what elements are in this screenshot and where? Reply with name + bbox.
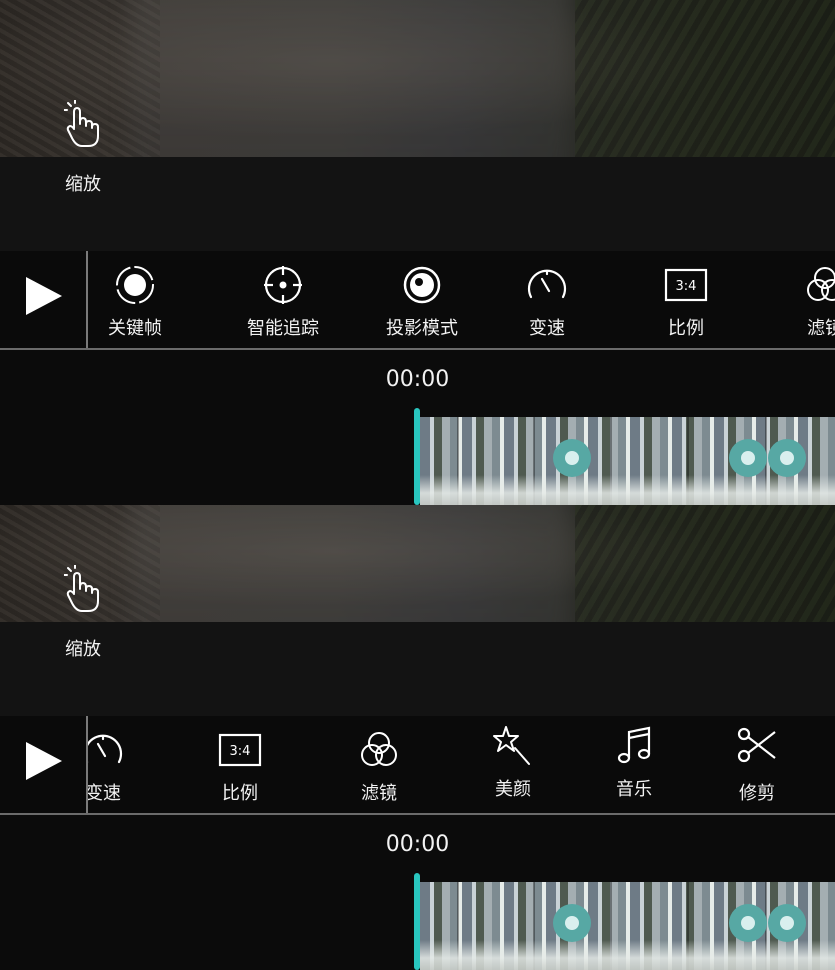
speedometer-icon	[527, 269, 567, 299]
keyframe-marker[interactable]	[729, 439, 767, 477]
scissors-icon	[737, 727, 776, 763]
tool-label: 关键帧	[108, 318, 162, 339]
video-road-texture	[130, 505, 570, 622]
tool-label: 修剪	[739, 783, 775, 804]
editor-panel-1: 缩放 关键帧 智能追踪 投影模式 变速 3:4 比例 滤镜 00:00	[0, 0, 835, 505]
tool-aspect-ratio[interactable]: 3:4 比例	[200, 716, 280, 813]
tool-smart-track[interactable]: 智能追踪	[233, 251, 333, 348]
tool-aspect-ratio[interactable]: 3:4 比例	[646, 251, 726, 348]
play-icon	[26, 277, 62, 315]
tool-keyframe[interactable]: 关键帧	[90, 251, 180, 348]
pinch-zoom-hand-icon	[64, 100, 99, 147]
tool-label: 音乐	[616, 779, 652, 800]
video-grass-texture	[575, 0, 835, 157]
tool-filter[interactable]: 滤镜	[339, 716, 419, 813]
keyframe-marker[interactable]	[768, 904, 806, 942]
edit-toolbar: 关键帧 智能追踪 投影模式 变速 3:4 比例 滤镜	[0, 251, 835, 348]
preview-bottom-band	[0, 157, 835, 251]
aspect-ratio-icon: 3:4	[664, 268, 708, 302]
tool-label: 比例	[668, 318, 704, 339]
tool-label: 投影模式	[386, 318, 458, 339]
playhead[interactable]	[414, 408, 420, 505]
frame-ground-texture	[420, 940, 835, 970]
editor-panel-2: 缩放 变速 3:4 比例 滤镜 美颜 音乐 修剪 00:00	[0, 505, 835, 970]
timeline[interactable]: 00:00	[0, 350, 835, 505]
tool-label: 智能追踪	[247, 318, 319, 339]
timeline[interactable]: 00:00	[0, 815, 835, 970]
aspect-ratio-icon-text: 3:4	[676, 279, 697, 294]
tool-label: 美颜	[495, 779, 531, 800]
tool-label: 变速	[529, 318, 565, 339]
tool-label: 滤镜	[807, 318, 835, 339]
gesture-hint-label: 缩放	[65, 639, 101, 660]
video-road-texture	[130, 0, 570, 157]
play-icon	[26, 742, 62, 780]
playhead[interactable]	[414, 873, 420, 970]
gesture-hint-label: 缩放	[65, 174, 101, 195]
video-preview[interactable]	[0, 0, 835, 157]
tool-trim[interactable]: 修剪	[717, 716, 797, 813]
tool-label: 滤镜	[361, 783, 397, 804]
toolbar-divider	[86, 716, 88, 813]
tool-speed[interactable]: 变速	[507, 251, 587, 348]
crosshair-target-icon	[264, 266, 302, 304]
timecode: 00:00	[385, 367, 450, 392]
timecode: 00:00	[385, 832, 450, 857]
tool-label: 比例	[222, 783, 258, 804]
play-button[interactable]	[0, 716, 86, 813]
edit-toolbar: 变速 3:4 比例 滤镜 美颜 音乐 修剪	[0, 716, 835, 813]
video-grass-texture	[575, 505, 835, 622]
tool-filter[interactable]: 滤镜	[790, 251, 835, 348]
filter-circles-icon	[807, 267, 835, 301]
pinch-zoom-hand-icon	[64, 565, 99, 612]
play-button[interactable]	[0, 251, 86, 348]
filter-circles-icon	[361, 732, 397, 766]
tool-projection-mode[interactable]: 投影模式	[372, 251, 472, 348]
aspect-ratio-icon-text: 3:4	[230, 744, 251, 759]
toolbar-divider	[86, 251, 88, 348]
music-note-icon	[617, 726, 651, 764]
keyframe-icon	[116, 266, 154, 304]
aspect-ratio-icon: 3:4	[218, 733, 262, 767]
magic-wand-star-icon	[493, 726, 530, 765]
keyframe-marker[interactable]	[553, 439, 591, 477]
projection-mode-icon	[403, 266, 441, 304]
tool-beauty[interactable]: 美颜	[473, 716, 553, 813]
video-preview[interactable]	[0, 505, 835, 622]
keyframe-marker[interactable]	[729, 904, 767, 942]
keyframe-marker[interactable]	[768, 439, 806, 477]
preview-bottom-band	[0, 622, 835, 716]
frame-ground-texture	[420, 475, 835, 505]
tool-music[interactable]: 音乐	[594, 716, 674, 813]
keyframe-marker[interactable]	[553, 904, 591, 942]
video-clip-strip[interactable]	[420, 417, 835, 505]
video-clip-strip[interactable]	[420, 882, 835, 970]
